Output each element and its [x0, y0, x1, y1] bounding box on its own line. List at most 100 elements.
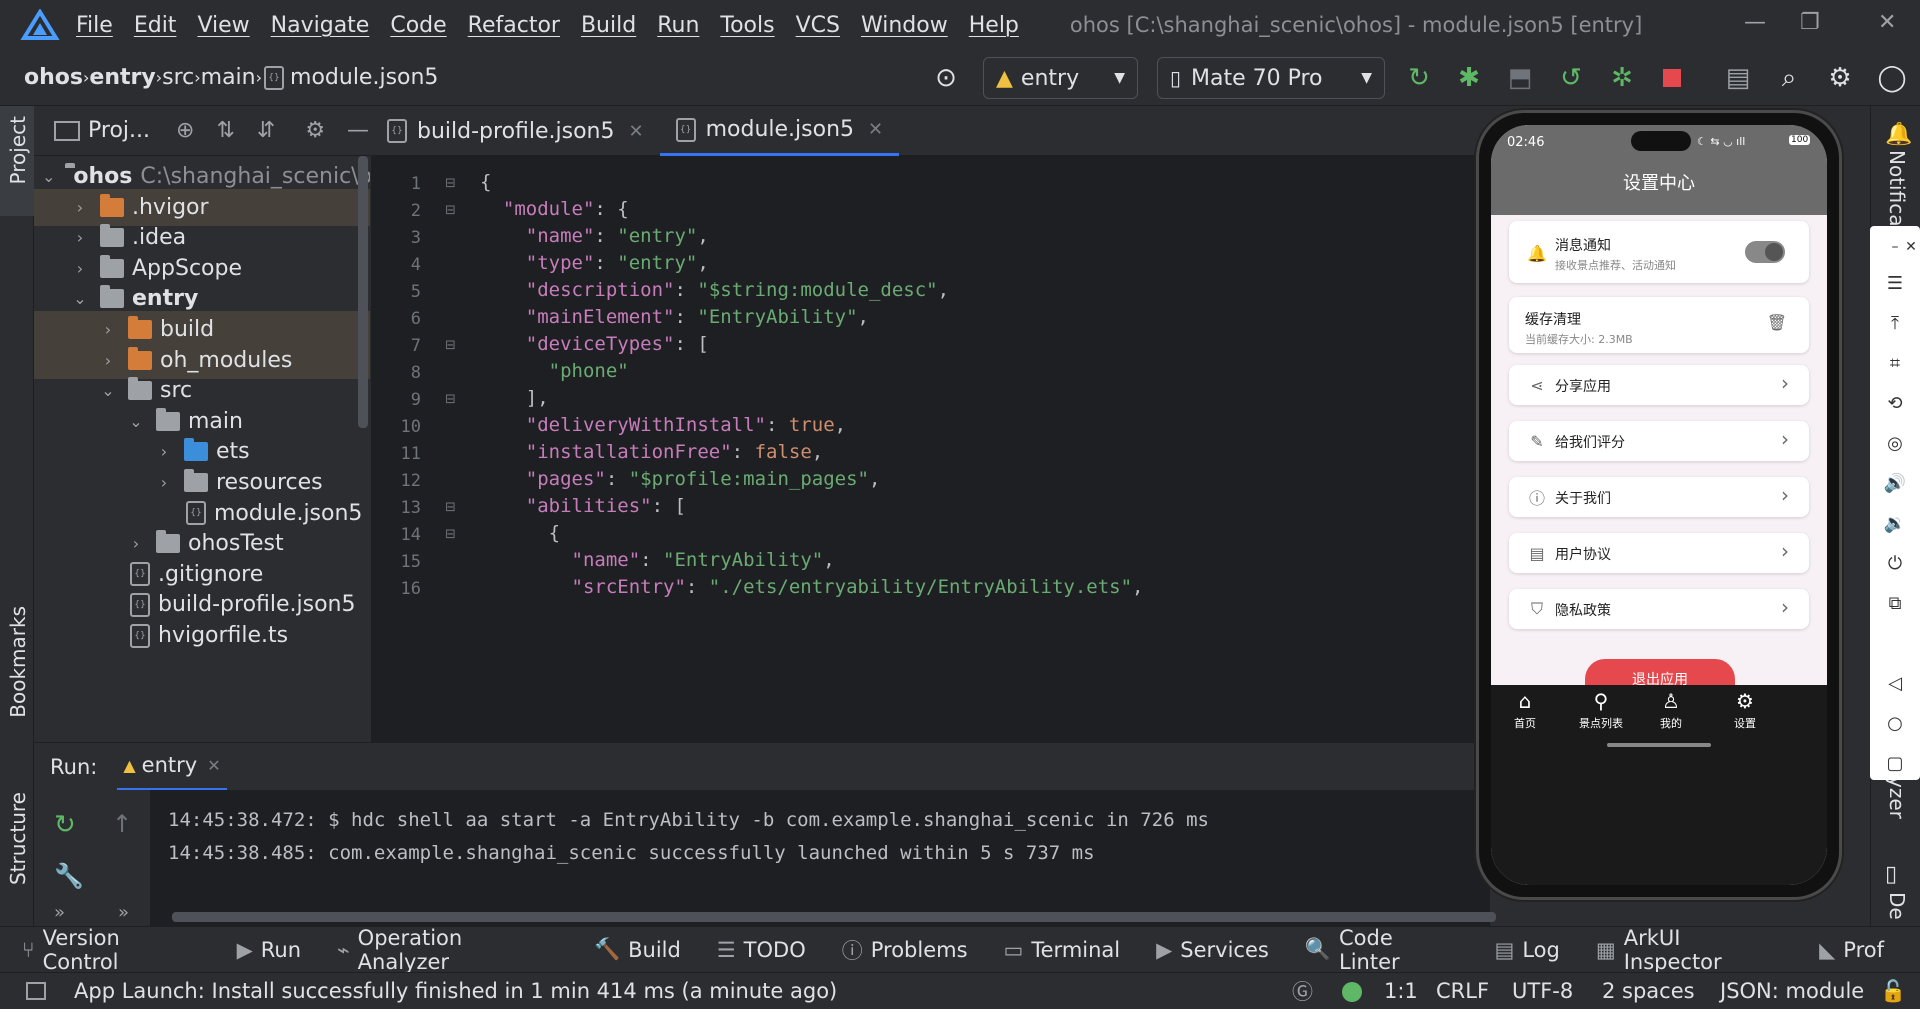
- stop-icon[interactable]: [1656, 62, 1688, 94]
- settings-icon[interactable]: ⚙: [1824, 62, 1856, 94]
- analyzer-tool-button[interactable]: yzer: [1885, 776, 1909, 819]
- tree-item[interactable]: {} hvigorfile.ts: [34, 617, 370, 654]
- home-icon[interactable]: ○: [1880, 708, 1910, 738]
- fold-icon[interactable]: ⊟: [445, 176, 456, 191]
- chevron-right-icon[interactable]: ›: [126, 534, 146, 553]
- device-manager-icon[interactable]: ▯: [1885, 862, 1897, 887]
- tool-window-todo[interactable]: ☰ TODO: [717, 938, 806, 962]
- settings-item[interactable]: ⛉ 隐私政策 ›: [1509, 589, 1809, 629]
- chevron-right-icon[interactable]: ›: [98, 320, 118, 339]
- more-icon[interactable]: »: [54, 902, 65, 923]
- tool-window-terminal[interactable]: ▭ Terminal: [1004, 938, 1121, 962]
- volume-up-icon[interactable]: 🔊: [1880, 468, 1910, 498]
- panel-toggle-icon[interactable]: [26, 982, 46, 1000]
- rotate-icon[interactable]: ⟲: [1880, 388, 1910, 418]
- run-tab-entry[interactable]: ▲ entry ✕: [117, 743, 227, 791]
- tool-window-prof[interactable]: ◣ Prof: [1819, 938, 1884, 962]
- notify-toggle[interactable]: [1745, 241, 1785, 263]
- breadcrumb-item[interactable]: main: [201, 65, 256, 90]
- more-icon[interactable]: »: [118, 902, 129, 923]
- cache-card[interactable]: 缓存清理 当前缓存大小: 2.3MB 🗑: [1509, 297, 1809, 353]
- close-icon[interactable]: ✕: [629, 121, 644, 142]
- nav-mine[interactable]: ♙ 我的: [1641, 689, 1701, 731]
- bookmarks-tool-button[interactable]: Bookmarks: [6, 606, 30, 718]
- close-window-button[interactable]: ✕: [1878, 10, 1896, 35]
- device-dropdown[interactable]: ▯ Mate 70 Pro ▼: [1157, 57, 1385, 99]
- tool-window-services[interactable]: ▶ Services: [1156, 938, 1269, 962]
- editor-tab[interactable]: {} build-profile.json5 ✕: [371, 106, 660, 156]
- device-tool-button[interactable]: De: [1885, 892, 1909, 920]
- nav-scenic-list[interactable]: ⚲ 景点列表: [1571, 689, 1631, 731]
- tool-window-operation-analyzer[interactable]: ⌁ Operation Analyzer: [337, 926, 558, 974]
- pin-top-icon[interactable]: ⤒: [1880, 308, 1910, 338]
- home-indicator[interactable]: [1607, 743, 1711, 747]
- menu-icon[interactable]: ☰: [1880, 268, 1910, 298]
- settings-item[interactable]: ⓘ 关于我们 ›: [1509, 477, 1809, 517]
- menu-help[interactable]: Help: [969, 13, 1019, 38]
- search-icon[interactable]: ⌕: [1773, 62, 1805, 94]
- minimize-button[interactable]: —: [1744, 10, 1766, 35]
- chevron-right-icon[interactable]: ›: [98, 351, 118, 370]
- record-icon[interactable]: ◎: [1880, 428, 1910, 458]
- close-icon[interactable]: ✕: [868, 119, 883, 140]
- multi-device-icon[interactable]: ⧉: [1880, 588, 1910, 618]
- status-ok-icon[interactable]: [1342, 982, 1362, 1002]
- debug-icon[interactable]: ✱: [1453, 62, 1485, 94]
- recents-icon[interactable]: ▢: [1880, 748, 1910, 778]
- tree-scrollbar[interactable]: [358, 156, 368, 428]
- menu-vcs[interactable]: VCS: [796, 13, 840, 38]
- fold-icon[interactable]: ⊟: [445, 203, 456, 218]
- menu-run[interactable]: Run: [657, 13, 699, 38]
- profile-icon[interactable]: ✲: [1606, 62, 1638, 94]
- settings-item[interactable]: ⋖ 分享应用 ›: [1509, 365, 1809, 405]
- apply-changes-icon[interactable]: ↺: [1555, 62, 1587, 94]
- structure-tool-button[interactable]: Structure: [6, 792, 30, 885]
- code-editor[interactable]: 1 ⊟ 2 ⊟ 3 4 5 6 7 ⊟ 8 9 ⊟ 10 11 12 13 ⊟ 14 ⊟ 15 16 { "module"…: [371, 156, 1489, 742]
- attach-debugger-icon[interactable]: ⬒: [1504, 62, 1536, 94]
- chevron-right-icon[interactable]: ›: [70, 259, 90, 278]
- menu-code[interactable]: Code: [390, 13, 446, 38]
- chevron-right-icon[interactable]: ›: [70, 228, 90, 247]
- tool-window-run[interactable]: ▶ Run: [237, 938, 301, 962]
- power-icon[interactable]: ⏻: [1880, 548, 1910, 578]
- menu-file[interactable]: File: [76, 13, 113, 38]
- git-icon[interactable]: Ⓖ: [1292, 976, 1313, 1006]
- chevron-right-icon[interactable]: ›: [154, 473, 174, 492]
- project-tool-button[interactable]: Project: [6, 116, 30, 184]
- project-panel-title[interactable]: Proj...: [88, 118, 150, 143]
- caret-position[interactable]: 1:1: [1384, 979, 1418, 1003]
- project-structure-icon[interactable]: ▤: [1722, 62, 1754, 94]
- menu-tools[interactable]: Tools: [720, 13, 774, 38]
- notifications-icon[interactable]: 🔔: [1885, 122, 1912, 147]
- fold-icon[interactable]: ⊟: [445, 500, 456, 515]
- close-icon[interactable]: ✕: [207, 756, 220, 775]
- breadcrumb-item[interactable]: {} module.json5: [262, 65, 438, 90]
- breadcrumb-item[interactable]: entry: [89, 65, 155, 90]
- phone-screen[interactable]: 02:46 ☾ ⇆ ◡ ıll 100 设置中心 🔔 消息通知 接收景点推荐、活…: [1491, 125, 1827, 885]
- lock-icon[interactable]: 🔓: [1880, 979, 1906, 1004]
- nav-settings[interactable]: ⚙ 设置: [1715, 689, 1775, 731]
- notifications-tool-button[interactable]: Notifica: [1885, 150, 1909, 226]
- gear-icon[interactable]: ⚙: [305, 118, 325, 143]
- nav-home[interactable]: ⌂ 首页: [1495, 689, 1555, 731]
- up-arrow-icon[interactable]: ↑: [112, 810, 132, 838]
- collapse-all-icon[interactable]: ⇵: [257, 118, 275, 143]
- settings-item[interactable]: ✎ 给我们评分 ›: [1509, 421, 1809, 461]
- fold-icon[interactable]: ⊟: [445, 527, 456, 542]
- console-scrollbar[interactable]: [172, 912, 1496, 922]
- chevron-down-icon[interactable]: ⌄: [98, 381, 118, 400]
- volume-down-icon[interactable]: 🔉: [1880, 508, 1910, 538]
- crop-icon[interactable]: ⌗: [1880, 348, 1910, 378]
- back-icon[interactable]: ◁: [1880, 668, 1910, 698]
- menu-build[interactable]: Build: [581, 13, 636, 38]
- fold-icon[interactable]: ⊟: [445, 392, 456, 407]
- rerun-icon[interactable]: ↻: [54, 810, 76, 840]
- chevron-right-icon[interactable]: ›: [70, 198, 90, 217]
- locate-icon[interactable]: ⊕: [176, 118, 194, 143]
- breadcrumb-item[interactable]: ohos: [24, 65, 83, 90]
- menu-view[interactable]: View: [197, 13, 249, 38]
- tool-window-code-linter[interactable]: 🔍 Code Linter: [1305, 926, 1459, 974]
- tool-window-build[interactable]: 🔨 Build: [594, 937, 681, 962]
- menu-refactor[interactable]: Refactor: [468, 13, 560, 38]
- run-console[interactable]: 14:45:38.472: $ hdc shell aa start -a En…: [150, 790, 1490, 926]
